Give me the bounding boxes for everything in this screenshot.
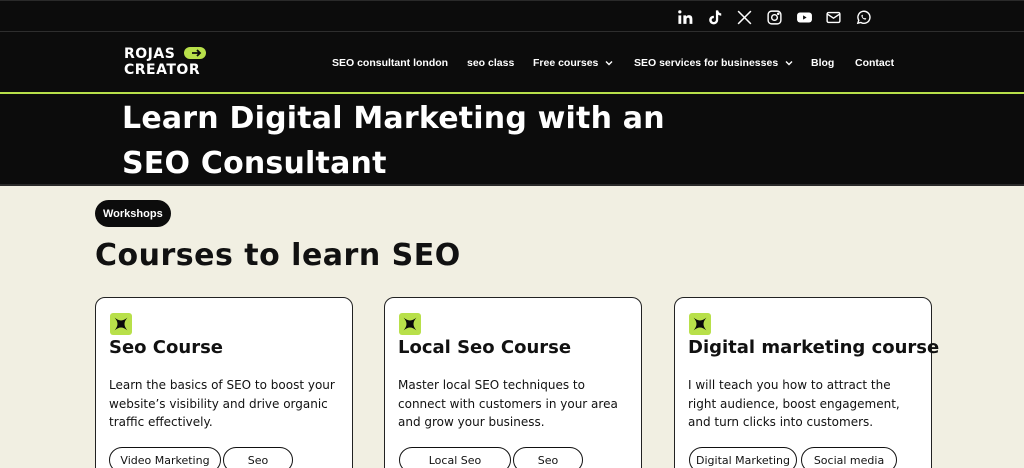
nav-label: SEO services for businesses (634, 57, 779, 69)
site-logo[interactable]: ROJAS CREATOR (124, 46, 214, 80)
sparkle-icon (399, 313, 421, 335)
nav-label: seo class (467, 57, 515, 69)
logo-line-2: CREATOR (124, 62, 201, 78)
course-card-seo[interactable]: Seo Course Learn the basics of SEO to bo… (95, 297, 353, 468)
course-card-local-seo[interactable]: Local Seo Course Master local SEO techni… (384, 297, 642, 468)
card-description: I will teach you how to attract the righ… (688, 378, 900, 429)
main-navbar: ROJAS CREATOR SEO consultant london seo … (0, 32, 1024, 94)
nav-free-courses[interactable]: Free courses (533, 54, 614, 72)
tag-social-media[interactable]: Social media (801, 447, 897, 468)
card-description: Master local SEO techniques to connect w… (398, 378, 618, 429)
nav-label: SEO consultant london (332, 57, 449, 69)
tag-video-marketing[interactable]: Video Marketing (109, 447, 221, 468)
nav-contact[interactable]: Contact (855, 54, 894, 72)
nav-seo-consultant-london[interactable]: SEO consultant london (332, 54, 448, 72)
tiktok-icon[interactable] (703, 7, 725, 27)
tag-seo[interactable]: Seo (223, 447, 293, 468)
card-title: Digital marketing course (688, 337, 940, 358)
card-title: Local Seo Course (398, 337, 572, 358)
x-icon[interactable] (733, 7, 755, 27)
sparkle-icon (110, 313, 132, 335)
hero-title: Learn Digital Marketing with an SEO Cons… (122, 101, 665, 181)
chevron-down-icon (605, 61, 613, 66)
section-title: Courses to learn SEO (95, 238, 461, 273)
nav-seo-services[interactable]: SEO services for businesses (634, 54, 794, 72)
chevron-down-icon (785, 61, 793, 66)
nav-label: Free courses (533, 57, 599, 69)
card-description: Learn the basics of SEO to boost your we… (109, 378, 335, 429)
hero-banner: Learn Digital Marketing with an SEO Cons… (0, 94, 1024, 186)
whatsapp-icon[interactable] (852, 7, 874, 27)
nav-label: Blog (811, 57, 835, 69)
nav-blog[interactable]: Blog (811, 54, 834, 72)
logo-badge-icon (184, 47, 206, 59)
mail-icon[interactable] (822, 7, 844, 27)
youtube-icon[interactable] (793, 7, 815, 27)
tag-seo[interactable]: Seo (513, 447, 583, 468)
tag-local-seo[interactable]: Local Seo (399, 447, 511, 468)
nav-seo-class[interactable]: seo class (467, 54, 514, 72)
card-title: Seo Course (109, 337, 223, 358)
course-card-digital-marketing[interactable]: Digital marketing course I will teach yo… (674, 297, 939, 468)
instagram-icon[interactable] (763, 7, 785, 27)
top-social-bar (0, 0, 1024, 32)
sparkle-icon (689, 313, 711, 335)
nav-label: Contact (855, 57, 895, 69)
workshops-badge: Workshops (95, 200, 171, 227)
linkedin-icon[interactable] (674, 7, 696, 27)
tag-digital-marketing[interactable]: Digital Marketing (689, 447, 797, 468)
